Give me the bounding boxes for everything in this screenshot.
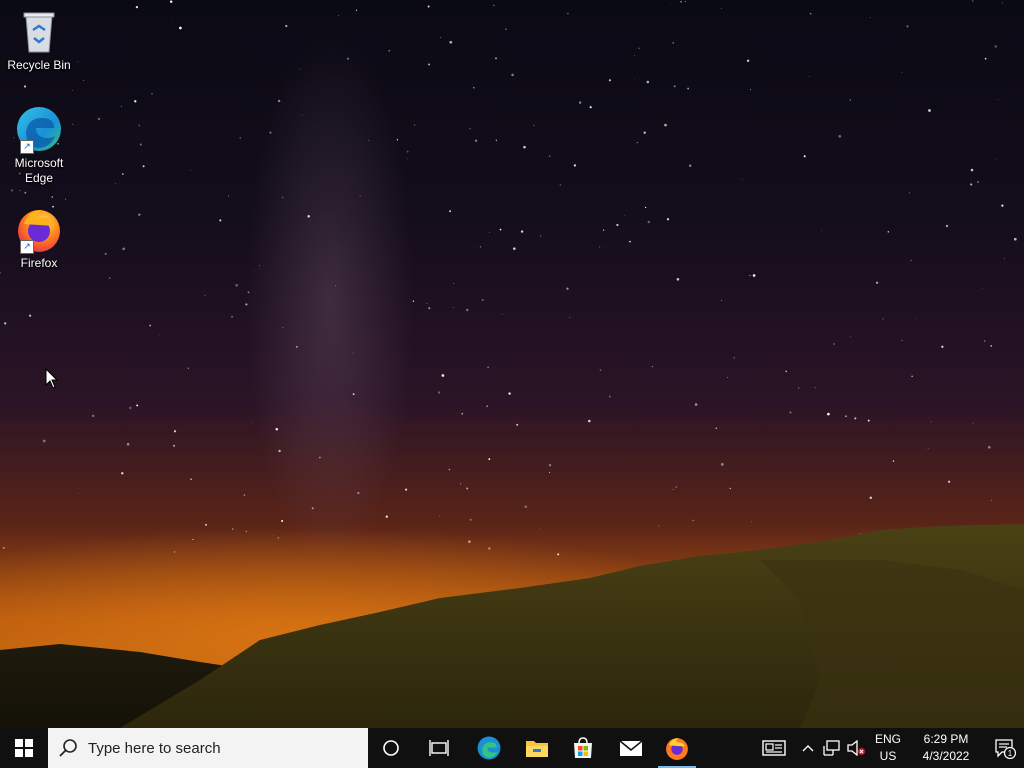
cortana-button[interactable]: [368, 728, 414, 768]
recycle-bin-icon: [14, 6, 64, 56]
taskbar-edge-button[interactable]: [466, 728, 512, 768]
cortana-circle-icon: [383, 740, 399, 756]
shortcut-arrow-icon: ↗: [20, 140, 34, 154]
taskbar: Type here to search ENG US 6:29 PM 4/3/2…: [0, 728, 1024, 768]
mail-icon: [619, 740, 643, 756]
clock-time: 6:29 PM: [923, 732, 969, 746]
desktop[interactable]: Recycle Bin ↗ Microsoft Edge ↗ Firefox: [0, 0, 1024, 728]
start-button[interactable]: [0, 728, 48, 768]
edge-icon: [477, 736, 501, 760]
task-view-button[interactable]: [416, 728, 462, 768]
clock-button[interactable]: 6:29 PM 4/3/2022: [908, 728, 984, 768]
notification-icon: 1: [995, 739, 1016, 759]
input-language-button[interactable]: ENG US: [870, 728, 906, 768]
notification-count: 1: [1008, 749, 1013, 758]
search-icon: [59, 739, 77, 757]
network-icon: [823, 740, 840, 756]
windows-logo-icon: [15, 739, 33, 757]
desktop-icon-firefox[interactable]: ↗ Firefox: [6, 204, 72, 271]
chevron-up-icon: [802, 745, 814, 752]
news-and-interests-button[interactable]: [754, 728, 794, 768]
desktop-icon-recycle-bin[interactable]: Recycle Bin: [6, 6, 72, 73]
shortcut-arrow-icon: ↗: [20, 240, 34, 254]
taskbar-search-box[interactable]: Type here to search: [48, 728, 368, 768]
task-view-icon: [429, 740, 449, 756]
desktop-icon-label: Microsoft Edge: [14, 156, 64, 185]
volume-button[interactable]: [844, 728, 868, 768]
search-placeholder: Type here to search: [88, 739, 221, 757]
action-center-button[interactable]: 1: [986, 728, 1024, 768]
desktop-icon-microsoft-edge[interactable]: ↗ Microsoft Edge: [6, 104, 72, 186]
edge-icon: ↗: [14, 104, 64, 154]
show-hidden-icons-button[interactable]: [796, 728, 820, 768]
desktop-icon-label: Recycle Bin: [7, 58, 71, 72]
language-code: ENG: [874, 732, 901, 746]
volume-muted-icon: [847, 740, 865, 756]
system-tray: ENG US 6:29 PM 4/3/2022 1: [754, 728, 1024, 768]
network-button[interactable]: [820, 728, 844, 768]
mouse-cursor-icon: [45, 368, 59, 389]
clock-date: 4/3/2022: [922, 749, 970, 763]
desktop-icon-label: Firefox: [20, 256, 58, 270]
taskbar-store-button[interactable]: [560, 728, 606, 768]
taskbar-firefox-button[interactable]: [654, 728, 700, 768]
taskbar-mail-button[interactable]: [608, 728, 654, 768]
language-region: US: [879, 749, 897, 763]
firefox-icon: ↗: [14, 204, 64, 254]
firefox-icon: [666, 738, 688, 760]
wallpaper-hills: [0, 524, 1024, 728]
news-icon: [762, 740, 786, 756]
taskbar-file-explorer-button[interactable]: [514, 728, 560, 768]
folder-icon: [526, 741, 548, 757]
store-icon: [574, 737, 592, 758]
